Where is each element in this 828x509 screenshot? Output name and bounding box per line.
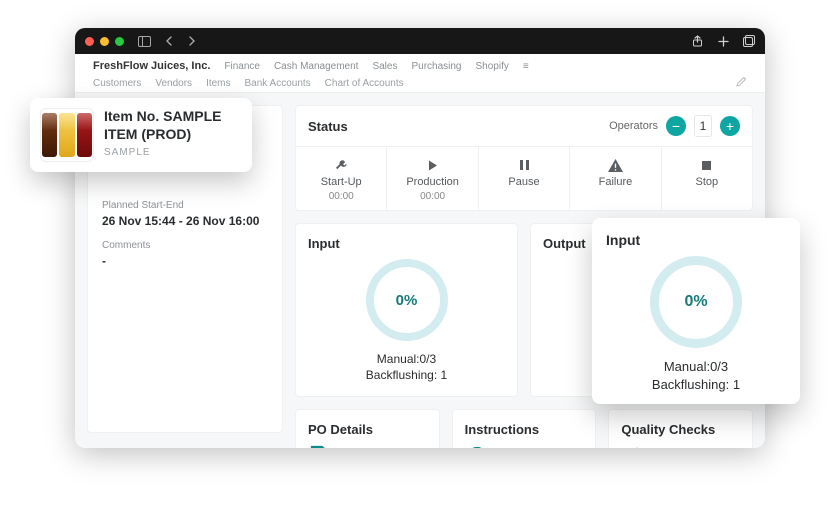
input-zoom-backflushing: Backflushing: 1 <box>652 376 740 394</box>
stop-icon <box>701 157 712 173</box>
item-card-popover: Item No. SAMPLE ITEM (PROD) SAMPLE <box>30 98 252 172</box>
window-titlebar <box>75 28 765 54</box>
input-percent: 0% <box>396 292 418 309</box>
forward-icon[interactable] <box>184 33 200 49</box>
input-meta: Manual:0/3 Backflushing: 1 <box>366 351 447 383</box>
play-icon <box>426 157 439 173</box>
status-time: 00:00 <box>329 191 354 202</box>
nav-cash-management[interactable]: Cash Management <box>274 61 359 72</box>
window-minimize-dot[interactable] <box>100 37 109 46</box>
new-tab-icon[interactable] <box>715 33 731 49</box>
brand-name[interactable]: FreshFlow Juices, Inc. <box>93 60 210 72</box>
quality-checks-panel[interactable]: Quality Checks <box>608 409 753 448</box>
nav-purchasing[interactable]: Purchasing <box>411 61 461 72</box>
window-close-dot[interactable] <box>85 37 94 46</box>
input-title: Input <box>308 236 505 251</box>
status-label: Start-Up <box>321 176 362 188</box>
input-zoom-meta: Manual:0/3 Backflushing: 1 <box>652 358 740 393</box>
nav-items[interactable]: Items <box>206 78 230 89</box>
status-failure-button[interactable]: Failure <box>570 147 661 210</box>
comments-value: - <box>102 254 268 268</box>
item-code: SAMPLE <box>104 147 240 158</box>
tabs-icon[interactable] <box>741 33 757 49</box>
status-time: 00:00 <box>420 191 445 202</box>
nav-sales[interactable]: Sales <box>372 61 397 72</box>
quality-icon <box>621 445 740 448</box>
planned-start-end-label: Planned Start-End <box>102 200 268 211</box>
input-panel-zoom: Input 0% Manual:0/3 Backflushing: 1 <box>592 218 800 404</box>
po-details-title: PO Details <box>308 422 427 437</box>
share-icon[interactable] <box>689 33 705 49</box>
nav-more-icon[interactable]: ≡ <box>523 61 529 72</box>
sidebar-toggle-icon[interactable] <box>136 33 152 49</box>
input-zoom-title: Input <box>606 232 786 248</box>
item-title: Item No. SAMPLE ITEM (PROD) <box>104 108 240 143</box>
input-backflushing: Backflushing: 1 <box>366 367 447 383</box>
instructions-title: Instructions <box>465 422 584 437</box>
input-panel[interactable]: Input 0% Manual:0/3 Backflushing: 1 <box>295 223 518 397</box>
nav-vendors[interactable]: Vendors <box>155 78 192 89</box>
input-zoom-percent: 0% <box>684 293 707 311</box>
item-thumbnail <box>40 108 94 162</box>
operators-count: 1 <box>694 115 712 137</box>
input-zoom-dial: 0% <box>650 256 742 348</box>
status-title: Status <box>308 119 348 134</box>
nav-customers[interactable]: Customers <box>93 78 141 89</box>
operators-increment-button[interactable]: + <box>720 116 740 136</box>
status-label: Production <box>406 176 459 188</box>
status-label: Stop <box>696 176 719 188</box>
status-stop-button[interactable]: Stop <box>662 147 752 210</box>
status-startup-button[interactable]: Start-Up 00:00 <box>296 147 387 210</box>
comments-label: Comments <box>102 240 268 251</box>
edit-icon[interactable] <box>736 76 747 90</box>
wrench-icon <box>334 157 349 173</box>
nav-bank-accounts[interactable]: Bank Accounts <box>245 78 311 89</box>
status-pause-button[interactable]: Pause <box>479 147 570 210</box>
nav-shopify[interactable]: Shopify <box>476 61 509 72</box>
status-label: Failure <box>599 176 633 188</box>
warning-icon <box>608 157 623 173</box>
operators-decrement-button[interactable]: − <box>666 116 686 136</box>
nav-finance[interactable]: Finance <box>224 61 260 72</box>
po-details-panel[interactable]: PO Details <box>295 409 440 448</box>
operators-label: Operators <box>609 120 658 132</box>
input-dial: 0% <box>366 259 448 341</box>
planned-start-end-value: 26 Nov 15:44 - 26 Nov 16:00 <box>102 214 268 228</box>
status-label: Pause <box>508 176 539 188</box>
instructions-icon <box>465 445 584 448</box>
document-icon <box>308 445 427 448</box>
operators-control: Operators − 1 + <box>609 115 740 137</box>
nav-chart-of-accounts[interactable]: Chart of Accounts <box>325 78 404 89</box>
window-zoom-dot[interactable] <box>115 37 124 46</box>
status-production-button[interactable]: Production 00:00 <box>387 147 478 210</box>
quality-checks-title: Quality Checks <box>621 422 740 437</box>
instructions-panel[interactable]: Instructions <box>452 409 597 448</box>
back-icon[interactable] <box>160 33 176 49</box>
top-nav: FreshFlow Juices, Inc. Finance Cash Mana… <box>75 54 765 93</box>
input-zoom-manual: Manual:0/3 <box>652 358 740 376</box>
input-manual: Manual:0/3 <box>366 351 447 367</box>
status-card: Status Operators − 1 + Start-Up 00:0 <box>295 105 753 211</box>
pause-icon <box>519 157 530 173</box>
